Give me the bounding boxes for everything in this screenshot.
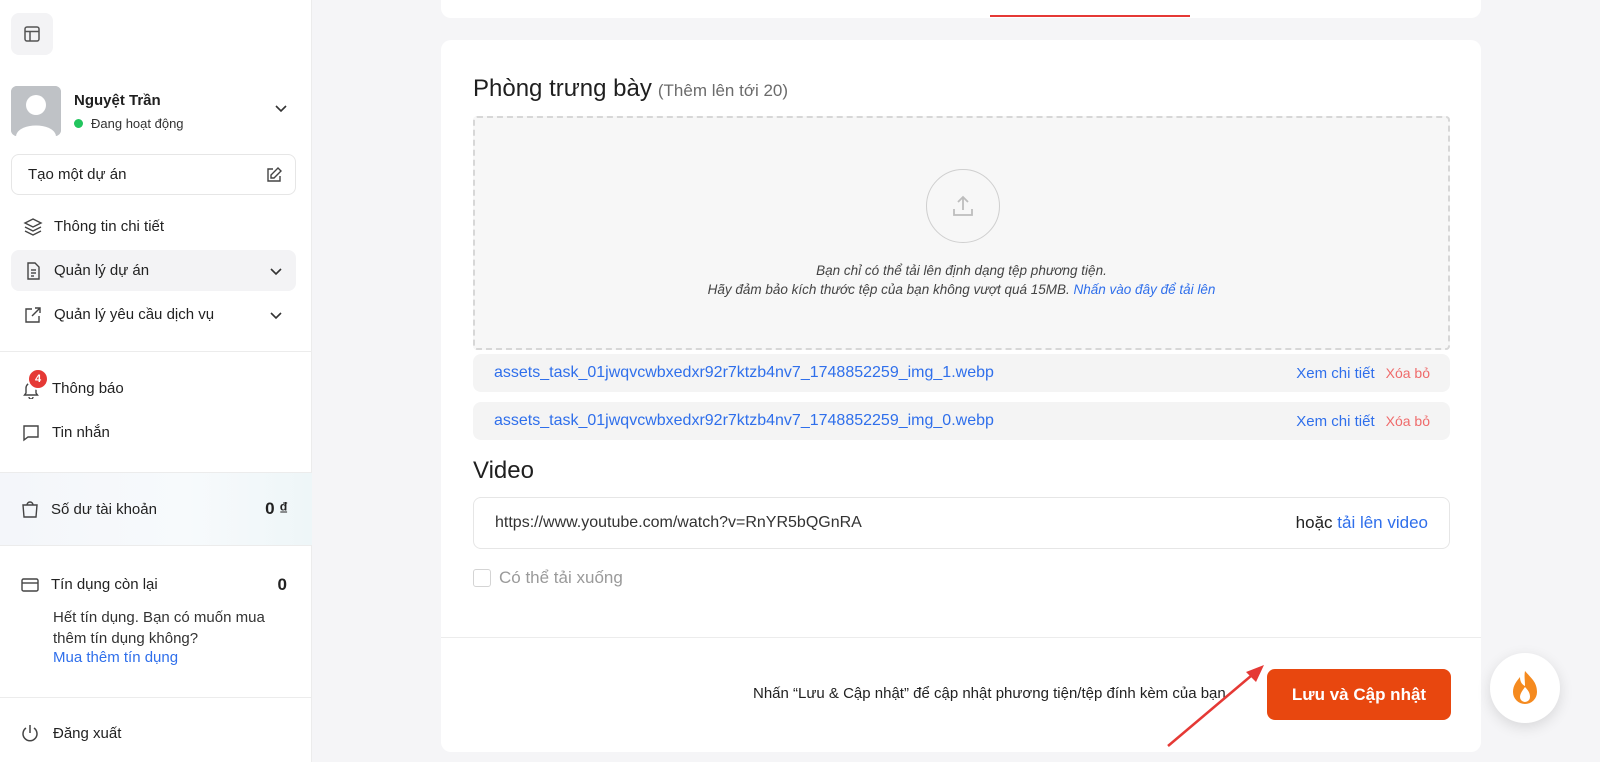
delete-link[interactable]: Xóa bỏ xyxy=(1386,413,1430,429)
sidebar: Nguyệt Trần Đang hoạt động Tạo một dự án… xyxy=(0,0,312,762)
flame-logo-icon xyxy=(1513,671,1537,704)
downloadable-checkbox[interactable] xyxy=(473,569,491,587)
avatar xyxy=(11,86,61,136)
logout-label: Đăng xuất xyxy=(53,724,122,742)
sidebar-item-label: Thông tin chi tiết xyxy=(54,218,165,235)
annotation-arrow-icon xyxy=(1167,665,1264,747)
credits-message: Hết tín dụng. Bạn có muốn mua thêm tín d… xyxy=(53,609,265,647)
chat-icon xyxy=(23,424,39,441)
online-status-icon xyxy=(74,119,83,128)
external-link-icon xyxy=(25,306,41,323)
sidebar-item-project-management[interactable]: Quản lý dự án xyxy=(11,250,296,291)
account-balance: Số dư tài khoản 0 ₫ xyxy=(0,472,312,546)
sidebar-item-messages[interactable]: Tin nhắn xyxy=(9,412,294,453)
downloadable-label: Có thể tải xuống xyxy=(499,568,623,587)
balance-value: 0 ₫ xyxy=(265,499,288,518)
video-url-value: https://www.youtube.com/watch?v=RnYR5bQG… xyxy=(495,514,862,531)
downloadable-checkbox-row[interactable]: Có thể tải xuống xyxy=(473,568,623,588)
gallery-title: Phòng trưng bày (Thêm lên tới 20) xyxy=(473,75,788,103)
sidebar-item-label: Tin nhắn xyxy=(52,424,110,441)
gallery-title-text: Phòng trưng bày xyxy=(473,75,652,102)
active-tab-indicator xyxy=(990,15,1190,17)
user-status: Đang hoạt động xyxy=(74,116,184,131)
buy-credits-link[interactable]: Mua thêm tín dụng xyxy=(53,649,178,666)
assistant-fab-button[interactable] xyxy=(1490,653,1560,723)
chevron-down-icon xyxy=(270,311,282,319)
document-icon xyxy=(27,261,40,280)
video-url-input[interactable]: https://www.youtube.com/watch?v=RnYR5bQG… xyxy=(473,497,1450,549)
save-and-update-button[interactable]: Lưu và Cập nhật xyxy=(1267,669,1451,720)
sidebar-item-label: Quản lý dự án xyxy=(54,262,150,279)
view-details-link[interactable]: Xem chi tiết xyxy=(1296,365,1374,382)
view-details-link[interactable]: Xem chi tiết xyxy=(1296,413,1374,430)
dropzone-size-note: Hãy đảm bảo kích thước tệp của bạn không… xyxy=(475,282,1448,297)
balance-label: Số dư tài khoản xyxy=(51,501,157,518)
upload-icon xyxy=(926,169,1000,243)
shopping-bag-icon xyxy=(22,501,38,518)
create-project-label: Tạo một dự án xyxy=(28,166,127,183)
credits-label: Tín dụng còn lại xyxy=(51,576,158,593)
file-row: assets_task_01jwqvcwbxedxr92r7ktzb4nv7_1… xyxy=(473,354,1450,392)
power-icon xyxy=(22,725,38,742)
credits-value: 0 xyxy=(277,575,287,594)
video-title: Video xyxy=(473,457,534,484)
divider xyxy=(0,351,312,352)
chevron-down-icon[interactable] xyxy=(273,100,289,116)
or-text: hoặc xyxy=(1295,513,1333,532)
chevron-down-icon xyxy=(270,267,282,275)
file-name[interactable]: assets_task_01jwqvcwbxedxr92r7ktzb4nv7_1… xyxy=(494,364,994,382)
sidebar-item-label: Thông báo xyxy=(52,380,124,397)
dropzone-format-note: Bạn chỉ có thể tải lên định dạng tệp phư… xyxy=(816,263,1107,278)
user-profile[interactable]: Nguyệt Trần Đang hoạt động xyxy=(11,86,301,136)
gallery-subtitle: (Thêm lên tới 20) xyxy=(657,81,789,100)
divider xyxy=(0,697,312,698)
user-status-text: Đang hoạt động xyxy=(91,116,184,131)
video-upload-option: hoặc tải lên video xyxy=(1296,513,1428,533)
delete-link[interactable]: Xóa bỏ xyxy=(1386,365,1430,381)
upload-dropzone[interactable]: Bạn chỉ có thể tải lên định dạng tệp phư… xyxy=(473,116,1450,350)
credit-card-icon xyxy=(21,578,39,592)
top-card xyxy=(441,0,1481,18)
upload-video-link[interactable]: tải lên video xyxy=(1337,513,1428,532)
notification-count-badge: 4 xyxy=(27,368,49,390)
sidebar-item-label: Quản lý yêu cầu dịch vụ xyxy=(54,306,215,323)
file-name[interactable]: assets_task_01jwqvcwbxedxr92r7ktzb4nv7_1… xyxy=(494,412,994,430)
dropzone-size-text: Hãy đảm bảo kích thước tệp của bạn không… xyxy=(707,282,1070,297)
media-card: Phòng trưng bày (Thêm lên tới 20) Bạn chỉ… xyxy=(441,40,1481,752)
layout-toggle-button[interactable] xyxy=(11,13,53,55)
create-project-button[interactable]: Tạo một dự án xyxy=(11,154,296,195)
layers-icon xyxy=(23,217,43,236)
divider xyxy=(441,637,1481,638)
edit-icon xyxy=(267,166,282,182)
file-row: assets_task_01jwqvcwbxedxr92r7ktzb4nv7_1… xyxy=(473,402,1450,440)
save-hint-text: Nhấn “Lưu & Cập nhật” để cập nhật phương… xyxy=(753,685,1226,702)
sidebar-item-details[interactable]: Thông tin chi tiết xyxy=(11,206,296,247)
layout-icon xyxy=(24,26,40,42)
sidebar-item-service-requests[interactable]: Quản lý yêu cầu dịch vụ xyxy=(11,294,296,335)
upload-link[interactable]: Nhấn vào đây để tải lên xyxy=(1074,282,1216,297)
logout-button[interactable]: Đăng xuất xyxy=(20,723,121,743)
user-name: Nguyệt Trần xyxy=(74,92,161,109)
sidebar-item-notifications[interactable]: Thông báo xyxy=(9,368,294,409)
